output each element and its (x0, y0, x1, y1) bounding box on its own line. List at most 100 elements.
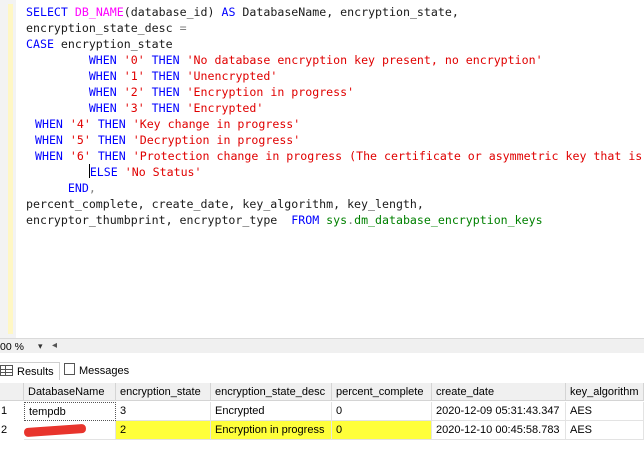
code-line[interactable]: ELSE 'No Status' (0, 164, 642, 180)
code-line[interactable]: CASE encryption_state (0, 36, 642, 52)
zoom-dropdown-icon[interactable]: ▾ (38, 341, 43, 352)
code-line[interactable]: percent_complete, create_date, key_algor… (0, 196, 642, 212)
messages-icon (64, 363, 75, 375)
code-token: dm_database_encryption_keys (354, 213, 543, 227)
code-token: '3' (123, 101, 145, 115)
grid-corner[interactable] (0, 383, 24, 401)
code-token: WHEN (88, 53, 117, 67)
table-cell[interactable]: 0 (332, 402, 432, 421)
table-cell[interactable]: AES (566, 421, 644, 440)
code-token: WHEN (34, 149, 63, 163)
table-cell[interactable]: 2 (116, 421, 211, 440)
code-token: '2' (123, 85, 145, 99)
query-editor[interactable]: SELECT DB_NAME(database_id) AS DatabaseN… (0, 0, 644, 338)
table-cell[interactable]: 0 (332, 421, 432, 440)
code-token: 'Unencrypted' (186, 69, 278, 83)
code-line[interactable]: WHEN '6' THEN 'Protection change in prog… (0, 148, 642, 164)
code-token: WHEN (88, 101, 117, 115)
column-header[interactable]: key_algorithm (566, 383, 644, 401)
tab-messages[interactable]: Messages (64, 362, 144, 380)
code-token: SELECT (26, 5, 75, 19)
scroll-left-icon[interactable]: ◂ (52, 340, 57, 351)
code-line[interactable]: WHEN '1' THEN 'Unencrypted' (0, 68, 642, 84)
column-header[interactable]: encryption_state (116, 383, 211, 401)
code-token: DB_NAME (74, 5, 124, 19)
table-cell[interactable]: AES (566, 402, 644, 421)
code-token: '5' (69, 133, 91, 147)
code-token: 'Key change in progress' (132, 117, 301, 131)
tab-messages-label: Messages (79, 365, 130, 377)
code-line[interactable]: WHEN '4' THEN 'Key change in progress' (0, 116, 642, 132)
code-token: 'Protection change in progress (The cert… (132, 149, 643, 163)
code-line[interactable]: END, (0, 180, 642, 196)
code-line[interactable]: WHEN '0' THEN 'No database encryption ke… (0, 52, 642, 68)
code-line[interactable]: encryptor_thumbprint, encryptor_type FRO… (0, 212, 642, 228)
column-header[interactable]: percent_complete (332, 383, 432, 401)
row-number[interactable]: 2 (0, 421, 24, 440)
code-token: encryptor_thumbprint, encryptor_type (26, 213, 292, 227)
code-token: THEN (97, 117, 126, 131)
code-line[interactable]: encryption_state_desc = (0, 20, 642, 36)
results-grid[interactable]: DatabaseName encryption_state encryption_s… (0, 383, 644, 443)
table-cell[interactable]: Encryption in progress (211, 421, 332, 440)
code-line[interactable]: WHEN '5' THEN 'Decryption in progress' (0, 132, 642, 148)
table-cell[interactable]: 2020-12-10 00:45:58.783 (432, 421, 566, 440)
code-token: FROM (291, 213, 320, 227)
zoom-level[interactable]: 00 % (0, 341, 24, 353)
results-tabs: Results Messages (0, 362, 644, 380)
code-token: 'Encryption in progress' (186, 85, 355, 99)
code-line[interactable]: WHEN '3' THEN 'Encrypted' (0, 100, 642, 116)
code-token: (database_id) (123, 5, 222, 19)
tab-results[interactable]: Results (0, 362, 60, 380)
column-header[interactable]: DatabaseName (24, 383, 116, 401)
code-line[interactable]: SELECT DB_NAME(database_id) AS DatabaseN… (0, 4, 642, 20)
code-token: encryption_state_desc (26, 21, 180, 35)
editor-status-bar: 00 % ▾ ◂ (0, 338, 644, 353)
code-token: sys (326, 213, 348, 227)
table-cell[interactable]: 2020-12-09 05:31:43.347 (432, 402, 566, 421)
column-header[interactable]: encryption_state_desc (211, 383, 332, 401)
code-token: , (88, 181, 96, 195)
code-token: THEN (97, 133, 126, 147)
code-token: THEN (97, 149, 126, 163)
code-token: 'No Status' (124, 165, 202, 179)
code-token: 'Encrypted' (186, 101, 264, 115)
table-cell[interactable]: tempdb (24, 402, 116, 421)
table-cell[interactable]: 3 (116, 402, 211, 421)
column-header[interactable]: create_date (432, 383, 566, 401)
table-cell[interactable]: Encrypted (211, 402, 332, 421)
code-token: = (179, 21, 187, 35)
sql-code[interactable]: SELECT DB_NAME(database_id) AS DatabaseN… (0, 4, 642, 228)
row-number[interactable]: 1 (0, 402, 24, 421)
code-token: WHEN (34, 117, 63, 131)
code-line[interactable]: WHEN '2' THEN 'Encryption in progress' (0, 84, 642, 100)
code-token: '6' (69, 149, 91, 163)
code-token: '0' (123, 53, 145, 67)
tab-results-label: Results (17, 366, 54, 378)
code-token: '4' (69, 117, 91, 131)
code-token: END (67, 181, 89, 195)
code-token: WHEN (88, 85, 117, 99)
